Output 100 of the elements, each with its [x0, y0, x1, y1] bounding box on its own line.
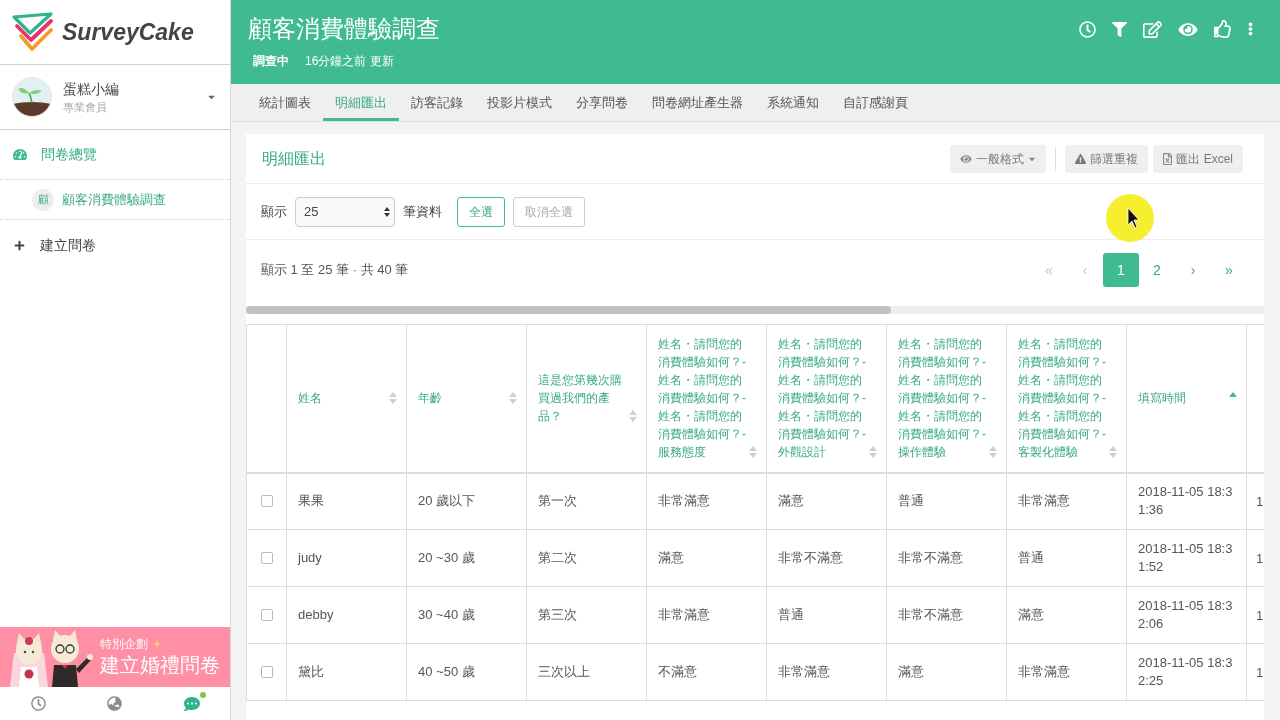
- table-cell: 30 ~40 歲: [406, 586, 527, 644]
- tab[interactable]: 分享問卷: [564, 84, 640, 121]
- tab[interactable]: 系統通知: [755, 84, 831, 121]
- sort-icon[interactable]: [389, 392, 397, 405]
- sort-icon[interactable]: [749, 446, 757, 459]
- row-checkbox[interactable]: [260, 609, 273, 621]
- table-cell: 非常滿意: [1006, 472, 1127, 530]
- tab[interactable]: 自訂感謝頁: [831, 84, 920, 121]
- format-dropdown-button[interactable]: 一般格式: [950, 144, 1047, 173]
- table-cell: 40 ~50 歲: [406, 643, 527, 701]
- panel-title: 明細匯出: [262, 148, 326, 169]
- column-heading: 填寫時間: [1138, 390, 1186, 408]
- table-cell: 普通: [1006, 529, 1127, 587]
- table-cell: 三次以上: [526, 643, 647, 701]
- table-cell: 20 歲以下: [406, 472, 527, 530]
- survey-avatar: 顧: [32, 188, 54, 211]
- tab[interactable]: 明細匯出: [323, 84, 399, 121]
- pagination-button[interactable]: 1: [1103, 253, 1139, 287]
- tab[interactable]: 投影片模式: [475, 84, 564, 121]
- table-cell: 20 ~30 歲: [406, 529, 527, 587]
- table-cell: 非常滿意: [646, 472, 767, 530]
- table-cell: 2018-11-05 18:32:06: [1126, 586, 1247, 644]
- table-cell: 第二次: [526, 529, 647, 587]
- scrollbar-thumb[interactable]: [246, 306, 891, 314]
- chat-icon[interactable]: [182, 695, 201, 712]
- nav-item[interactable]: 顧 顧客消費體驗調查: [0, 180, 230, 220]
- table-cell: 普通: [886, 472, 1007, 530]
- row-checkbox[interactable]: [260, 552, 273, 564]
- brand-name: SurveyCake: [62, 18, 194, 46]
- survey-title: 顧客消費體驗調查: [248, 14, 440, 44]
- column-heading: 姓名・請問您的消費體驗如何？-姓名・請問您的消費體驗如何？-姓名・請問您的消費體驗如何？-服務態度: [658, 336, 747, 462]
- table-cell: 滿意: [886, 643, 1007, 701]
- table-cell: 非常滿意: [1006, 643, 1127, 701]
- table-cell: 非常不滿意: [886, 529, 1007, 587]
- warning-icon: [1075, 153, 1087, 164]
- select-all-button[interactable]: 全選: [457, 196, 505, 227]
- tab[interactable]: 統計圖表: [247, 84, 323, 121]
- table-cell: 1: [1256, 665, 1264, 680]
- pagination-button[interactable]: »: [1211, 253, 1247, 287]
- user-role: 專業會員: [63, 99, 108, 115]
- table-cell: 滿意: [646, 529, 767, 587]
- plus-icon: [14, 239, 25, 251]
- table-cell: 不滿意: [646, 643, 767, 701]
- record-summary: 顯示 1 至 25 筆 · 共 40 筆: [261, 261, 409, 280]
- globe-icon[interactable]: [107, 696, 123, 711]
- sort-icon[interactable]: [629, 410, 637, 423]
- table-cell: 非常滿意: [646, 586, 767, 644]
- table-cell: 2018-11-05 18:31:36: [1126, 472, 1247, 530]
- wedding-survey-banner[interactable]: 特別企劃 建立婚禮問卷: [0, 627, 230, 687]
- history-icon[interactable]: [30, 696, 46, 711]
- table-cell: 非常滿意: [766, 643, 887, 701]
- export-excel-button[interactable]: 匯出 Excel: [1153, 144, 1243, 173]
- tab[interactable]: 訪客記錄: [399, 84, 475, 121]
- table-cell: 黛比: [286, 643, 407, 701]
- nav-item[interactable]: 建立問卷: [0, 220, 230, 270]
- column-heading: 姓名・請問您的消費體驗如何？-姓名・請問您的消費體驗如何？-姓名・請問您的消費體驗如何？-操作體驗: [898, 336, 987, 462]
- horizontal-scrollbar[interactable]: [246, 306, 1264, 314]
- table-cell: 2018-11-05 18:31:52: [1126, 529, 1247, 587]
- tab[interactable]: 問卷網址產生器: [640, 84, 755, 121]
- thumbs-up-icon[interactable]: [1214, 20, 1232, 38]
- table-cell: 1: [1256, 551, 1264, 566]
- eye-icon: [960, 153, 973, 164]
- sort-icon[interactable]: [509, 392, 517, 405]
- table-cell: 2018-11-05 18:32:25: [1126, 643, 1247, 701]
- avatar-icon: [12, 77, 52, 117]
- more-icon[interactable]: [1248, 21, 1253, 37]
- sparkle-icon: [153, 640, 161, 648]
- filter-duplicates-button[interactable]: 篩選重複: [1065, 144, 1149, 173]
- mouse-pointer-icon: [1106, 194, 1154, 242]
- rows-unit-label: 筆資料: [403, 202, 442, 221]
- table-cell: 非常不滿意: [886, 586, 1007, 644]
- rows-per-page-select[interactable]: 25: [295, 196, 395, 227]
- column-heading: 姓名・請問您的消費體驗如何？-姓名・請問您的消費體驗如何？-姓名・請問您的消費體驗如何？-外觀設計: [778, 336, 867, 462]
- column-heading: 年齡: [418, 390, 442, 408]
- pagination-button[interactable]: ›: [1175, 253, 1211, 287]
- pagination-button[interactable]: 2: [1139, 253, 1175, 287]
- nav-item[interactable]: 問卷總覽: [0, 130, 230, 180]
- sort-icon[interactable]: [1109, 446, 1117, 459]
- last-updated-text: 16分鐘之前 更新: [305, 53, 394, 69]
- table-cell: 1: [1256, 494, 1264, 510]
- sort-icon[interactable]: [989, 446, 997, 459]
- preview-eye-icon[interactable]: [1178, 20, 1198, 38]
- table-cell: 第一次: [526, 472, 647, 530]
- table-cell: 滿意: [1006, 586, 1127, 644]
- filter-icon[interactable]: [1112, 21, 1127, 37]
- table-cell: 滿意: [766, 472, 887, 530]
- sort-icon[interactable]: [869, 446, 877, 459]
- table-cell: 果果: [286, 472, 407, 530]
- row-checkbox[interactable]: [260, 495, 273, 508]
- table-cell: judy: [286, 529, 407, 587]
- row-checkbox[interactable]: [260, 666, 273, 678]
- survey-status: 調查中: [253, 53, 289, 69]
- spreadsheet-file-icon: [1163, 152, 1173, 165]
- edit-icon[interactable]: [1143, 20, 1162, 38]
- dashboard-icon: [13, 148, 27, 161]
- banner-title: 建立婚禮問卷: [100, 653, 220, 678]
- user-name: 蛋糕小編: [63, 79, 120, 98]
- history-icon[interactable]: [1079, 20, 1096, 38]
- logo-icon: [11, 12, 55, 52]
- table-cell: 非常不滿意: [766, 529, 887, 587]
